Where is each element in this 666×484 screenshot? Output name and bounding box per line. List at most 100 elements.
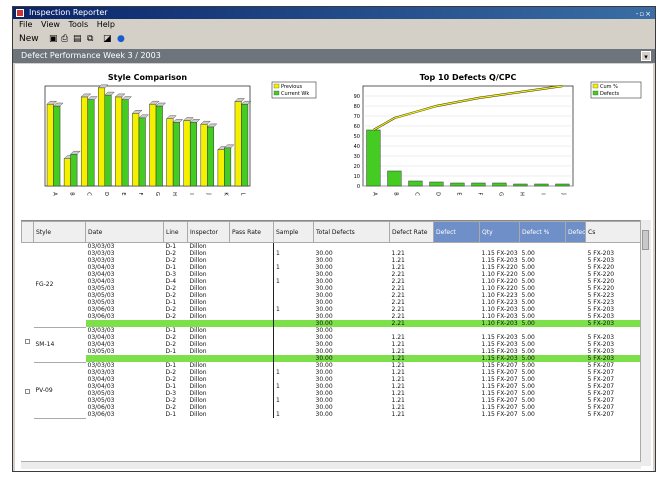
table-cell: 2.21 bbox=[391, 285, 405, 292]
group-marker[interactable] bbox=[25, 389, 30, 394]
table-row[interactable]: 03/03/03 D-2 Dillon 1 30.00 1.21 1.15 FX-207 5.… bbox=[22, 369, 641, 376]
table-row[interactable]: FG-22 03/03/03 D-1 Dillon bbox=[22, 242, 641, 328]
table-cell: 30.00 bbox=[315, 341, 333, 348]
table-cell bbox=[566, 306, 586, 313]
group-marker[interactable] bbox=[25, 339, 30, 344]
table-row[interactable]: 03/06/03 D-2 Dillon 30.00 2.21 1.10 FX-203 5.0… bbox=[22, 313, 641, 320]
table-cell bbox=[274, 271, 314, 278]
header-cell[interactable]: Qty bbox=[479, 221, 520, 243]
table-row[interactable]: 03/04/03 D-1 Dillon 1 30.00 1.21 1.15 FX-207 5.… bbox=[22, 383, 641, 390]
menu-tools[interactable]: Tools bbox=[68, 20, 88, 29]
table-row[interactable]: 03/06/03 D-2 Dillon 1 30.00 2.21 1.10 FX-203 5.… bbox=[22, 306, 641, 313]
table-cell: 1.21 bbox=[391, 404, 405, 411]
header-cell[interactable]: Date bbox=[85, 221, 164, 243]
menu-file[interactable]: File bbox=[19, 20, 32, 29]
table-cell bbox=[566, 334, 586, 341]
header-cell[interactable]: Sample bbox=[273, 221, 314, 243]
table-row[interactable]: 03/05/03 D-2 Dillon 30.00 2.21 1.10 FX-223 5.0… bbox=[22, 292, 641, 299]
header-cell[interactable]: Defect bbox=[433, 221, 480, 243]
table-cell: 30.00 bbox=[315, 327, 333, 334]
help-icon[interactable]: ● bbox=[117, 33, 125, 45]
header-cell[interactable] bbox=[21, 221, 34, 243]
table-cell bbox=[229, 271, 274, 278]
table-row[interactable]: 03/04/03 D-3 Dillon 30.00 2.21 1.10 FX-220 5.0… bbox=[22, 271, 641, 278]
horizontal-scrollbar[interactable] bbox=[21, 461, 641, 469]
table-row[interactable]: 03/06/03 D-1 Dillon 1 30.00 1.21 1.15 FX-207 5.… bbox=[22, 411, 641, 418]
table-cell: D-2 bbox=[165, 369, 177, 376]
table-row[interactable]: 03/06/03 D-2 Dillon 30.00 1.21 1.15 FX-207 5.0… bbox=[22, 404, 641, 411]
table-row[interactable]: 03/04/03 D-1 Dillon 1 30.00 1.21 1.15 FX-220 5.… bbox=[22, 264, 641, 271]
table-cell: Dillon bbox=[189, 327, 207, 334]
menu-help[interactable]: Help bbox=[97, 20, 115, 29]
table-cell bbox=[434, 292, 480, 299]
table-cell: 03/05/03 bbox=[87, 390, 115, 397]
data-table: Style Date Line Inspector Pass Rate Sample Tot… bbox=[21, 221, 641, 419]
table-row[interactable]: SM-14 03/03/03 D-1 Dillon 30.00 bbox=[22, 327, 641, 363]
table-cell: 1.15 FX-207 bbox=[481, 376, 518, 383]
header-cell[interactable]: Style bbox=[33, 221, 86, 243]
header-dropdown-icon[interactable]: ▾ bbox=[641, 51, 651, 61]
table-row[interactable]: 03/04/03 D-4 Dillon 1 30.00 2.21 1.10 FX-220 5.… bbox=[22, 278, 641, 285]
table-row[interactable]: 03/05/03 D-2 Dillon 1 30.00 1.21 1.15 FX-207 5.… bbox=[22, 397, 641, 404]
table-cell: Dillon bbox=[189, 306, 207, 313]
bar bbox=[241, 103, 249, 187]
table-row[interactable]: 03/03/03 D-2 Dillon 30.00 1.21 1.15 FX-203 5.0… bbox=[22, 257, 641, 264]
table-cell: Dillon bbox=[189, 348, 207, 355]
table-cell: 1.10 FX-223 bbox=[481, 292, 518, 299]
table-cell: 5.00 bbox=[521, 348, 535, 355]
x-tick-label: J bbox=[205, 192, 211, 194]
save-icon[interactable]: ▣ bbox=[49, 33, 58, 45]
table-row[interactable]: 03/04/03 D-2 Dillon 30.00 1.21 1.15 FX-207 5.0… bbox=[22, 376, 641, 383]
table-cell: 03/03/03 bbox=[87, 362, 115, 369]
header-cell[interactable]: Defect Rate bbox=[389, 221, 434, 243]
table-cell: 03/06/03 bbox=[87, 404, 115, 411]
menu-view[interactable]: View bbox=[41, 20, 60, 29]
table-cell: D-1 bbox=[165, 383, 177, 390]
table-cell: Dillon bbox=[189, 411, 207, 418]
vertical-scrollbar[interactable] bbox=[640, 220, 651, 466]
group-cell: FG-22 bbox=[33, 242, 86, 328]
y-tick-label: 60 bbox=[354, 124, 360, 130]
table-cell bbox=[566, 285, 586, 292]
header-cell[interactable]: Defect bbox=[565, 221, 586, 243]
x-tick-label: A bbox=[52, 192, 58, 196]
new-button[interactable]: New bbox=[19, 33, 39, 45]
table-cell: 30.00 bbox=[315, 411, 333, 418]
table-row[interactable]: 03/05/03 D-2 Dillon 30.00 2.21 1.10 FX-220 5.0… bbox=[22, 285, 641, 292]
table-row[interactable]: 03/03/03 D-2 Dillon 1 30.00 1.21 1.15 FX-203 5.… bbox=[22, 250, 641, 257]
table-cell bbox=[434, 257, 480, 264]
table-cell bbox=[229, 264, 274, 271]
table-header-row: Style Date Line Inspector Pass Rate Sample Tot… bbox=[21, 221, 641, 243]
print-icon[interactable]: ⎙ bbox=[61, 33, 68, 45]
export-icon[interactable]: ◪ bbox=[103, 33, 112, 45]
table-row[interactable]: PV-09 03/03/03 D-1 Dillon 30.00 1.21 1.15 FX-2… bbox=[22, 362, 641, 419]
table-row[interactable]: 03/05/03 D-1 Dillon 30.00 2.21 1.10 FX-223 5.0… bbox=[22, 299, 641, 306]
table-cell: 03/03/03 bbox=[87, 369, 115, 376]
table-row[interactable]: 30.00 2.21 1.10 FX-203 5.00 5 FX-203 bbox=[22, 320, 641, 327]
preview-icon[interactable]: ▤ bbox=[73, 33, 82, 45]
table-row[interactable]: 03/04/03 D-2 Dillon 30.00 1.21 1.15 FX-203 5.0… bbox=[22, 341, 641, 348]
bar bbox=[121, 99, 129, 187]
table-cell bbox=[187, 320, 230, 327]
header-cell[interactable]: Inspector bbox=[187, 221, 230, 243]
table-row[interactable]: 03/04/03 D-2 Dillon 30.00 1.21 1.15 FX-203 5.0… bbox=[22, 334, 641, 341]
table-cell: 1 bbox=[276, 264, 280, 271]
table-cell: 5 FX-207 bbox=[587, 397, 615, 404]
table-cell bbox=[229, 242, 274, 250]
table-row[interactable]: 30.00 1.21 1.15 FX-203 5.00 5 FX-203 bbox=[22, 355, 641, 362]
table-cell bbox=[566, 390, 586, 397]
table-cell: D-2 bbox=[165, 334, 177, 341]
header-cell[interactable]: Total Defects bbox=[313, 221, 390, 243]
table-cell: 30.00 bbox=[315, 390, 333, 397]
copy-icon[interactable]: ⧉ bbox=[87, 33, 93, 45]
top-defects-svg: Top 10 Defects Q/CPC 0 10 20 30 40 50 60 70 80 90 A… bbox=[354, 73, 642, 196]
table-row[interactable]: 03/05/03 D-3 Dillon 30.00 1.21 1.15 FX-207 5.0… bbox=[22, 390, 641, 397]
header-cell[interactable]: Cs bbox=[585, 221, 641, 243]
table-row[interactable]: 03/05/03 D-1 Dillon 30.00 1.21 1.15 FX-203 5.0… bbox=[22, 348, 641, 355]
table-cell bbox=[566, 257, 586, 264]
table-cell: D-4 bbox=[165, 278, 177, 285]
header-cell[interactable]: Pass Rate bbox=[229, 221, 274, 243]
header-cell[interactable]: Line bbox=[163, 221, 188, 243]
scroll-thumb[interactable] bbox=[642, 230, 649, 250]
header-cell[interactable]: Defect % bbox=[519, 221, 566, 243]
